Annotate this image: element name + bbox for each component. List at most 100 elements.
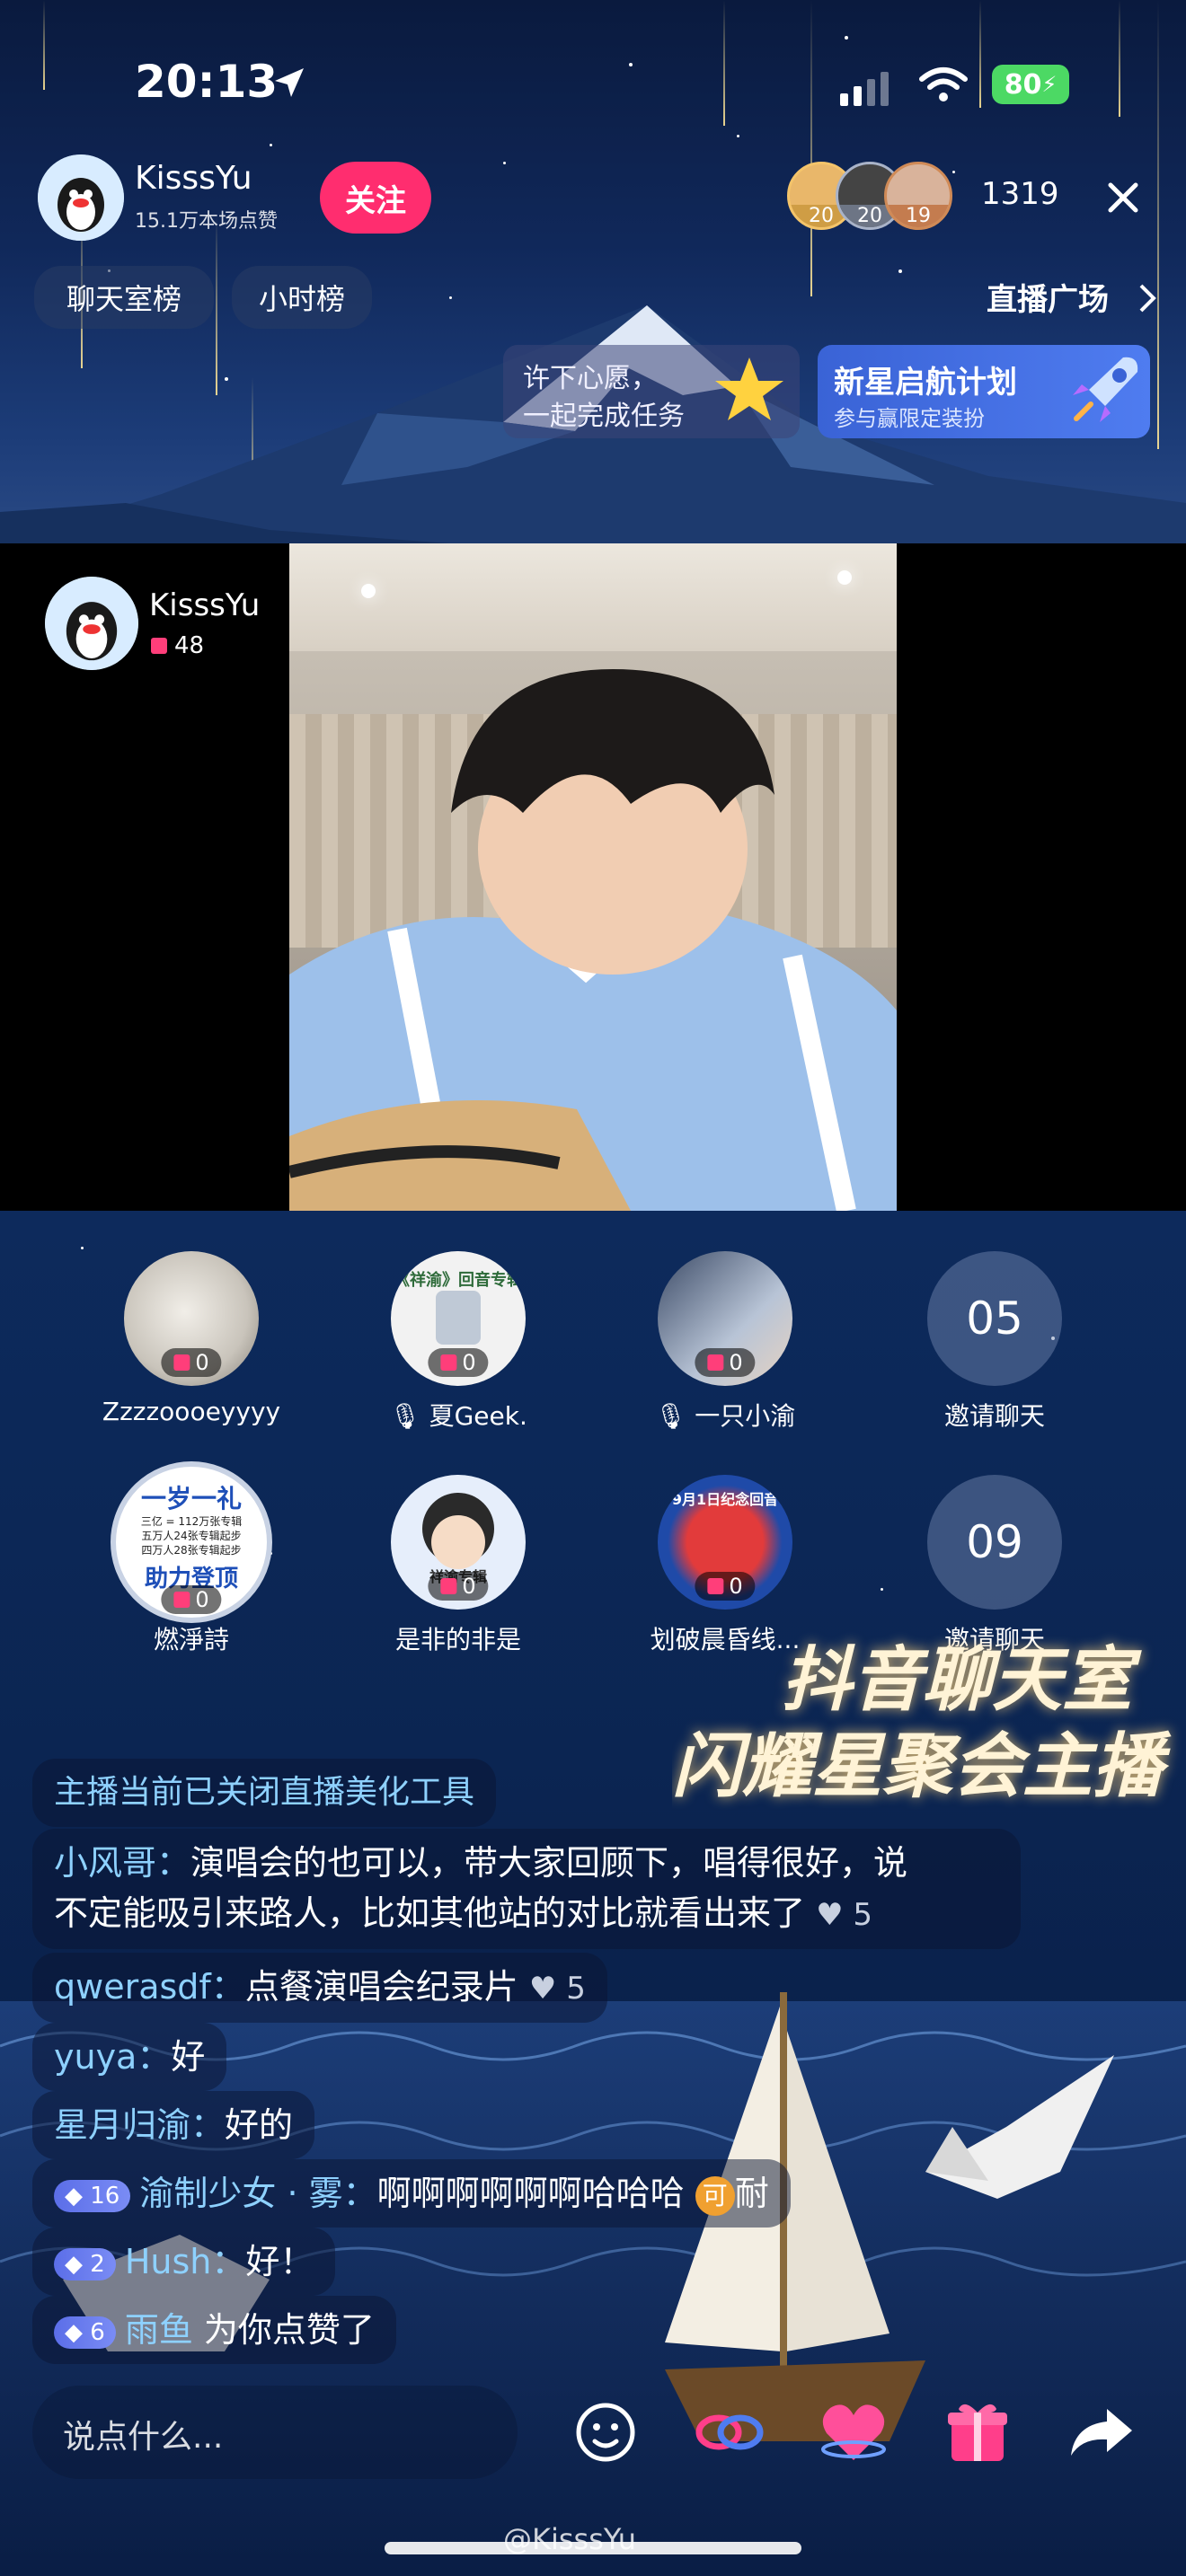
heart-icon: ♥ bbox=[528, 1971, 557, 2007]
live-video[interactable] bbox=[289, 543, 897, 1211]
wish-line1: 许下心愿， bbox=[523, 363, 658, 394]
live-plaza-link[interactable]: 直播广场 bbox=[987, 275, 1109, 319]
tab-chat-rank[interactable]: 聊天室榜 bbox=[34, 266, 214, 329]
mic-muted-icon: 🎙︎ bbox=[654, 1401, 687, 1431]
seat-number[interactable]: 05 bbox=[927, 1251, 1062, 1386]
seat-name-text: 一只小渝 bbox=[695, 1401, 796, 1431]
wifi-icon bbox=[919, 67, 968, 101]
seat-gift-badge: 0 bbox=[161, 1348, 222, 1377]
chat-message[interactable]: qwerasdf：点餐演唱会纪录片 ♥ 5 bbox=[32, 1953, 607, 2023]
chat-message[interactable]: 小风哥：演唱会的也可以，带大家回顾下，唱得很好，说 不定能吸引来路人，比如其他站… bbox=[32, 1829, 1021, 1949]
penguin-avatar-icon bbox=[38, 154, 124, 241]
tab-hour-rank[interactable]: 小时榜 bbox=[232, 266, 372, 329]
chat-message[interactable]: yuya：好 bbox=[32, 2023, 227, 2091]
plan-subtitle: 参与赢限定装扮 bbox=[834, 406, 985, 431]
stage-host-name: KisssYu bbox=[149, 587, 261, 623]
follow-button[interactable]: 关注 bbox=[320, 162, 431, 234]
gift-icon bbox=[707, 1578, 724, 1594]
chat-message[interactable]: 星月归渝：好的 bbox=[32, 2091, 315, 2159]
chat-message[interactable]: ◆ 16 渝制少女 · 雾：啊啊啊啊啊啊哈哈哈 可耐 bbox=[32, 2159, 791, 2228]
seat-gift-count: 0 bbox=[729, 1350, 743, 1375]
seat-name: Zzzzoooeyyyy bbox=[102, 1397, 281, 1426]
seat[interactable]: 《祥渝》回音专辑 0 🎙︎ 夏Geek. bbox=[359, 1251, 557, 1433]
stage-host-gift-count: 48 bbox=[174, 632, 205, 659]
chat-like-count: 5 bbox=[853, 1897, 873, 1933]
seat[interactable]: 0 Zzzzoooeyyyy bbox=[93, 1251, 290, 1426]
seat-name-text: 夏Geek. bbox=[429, 1401, 527, 1431]
host-avatar[interactable] bbox=[38, 154, 124, 241]
emoji-button[interactable] bbox=[570, 2396, 642, 2468]
seat-number[interactable]: 09 bbox=[927, 1475, 1062, 1610]
charging-bolt-icon: ⚡ bbox=[1041, 72, 1058, 97]
level-badge: ◆ 2 bbox=[54, 2247, 116, 2280]
chat-like[interactable]: ♥ 5 bbox=[816, 1897, 872, 1933]
gift-icon bbox=[707, 1354, 724, 1371]
seat-gift-count: 0 bbox=[462, 1350, 476, 1375]
gift-icon bbox=[440, 1354, 457, 1371]
chat-username[interactable]: 小风哥： bbox=[54, 1843, 190, 1883]
stage-host-gifts: 48 bbox=[151, 632, 204, 659]
close-icon[interactable] bbox=[1105, 180, 1141, 216]
viewer-badge: 19 bbox=[887, 205, 950, 227]
chat-username[interactable]: yuya： bbox=[54, 2037, 171, 2077]
chat-username[interactable]: Hush： bbox=[125, 2242, 246, 2281]
share-arrow-icon bbox=[1071, 2409, 1132, 2456]
heart-icon: ♥ bbox=[816, 1897, 844, 1933]
level-number: 2 bbox=[90, 2250, 105, 2278]
host-name: KisssYu bbox=[135, 160, 252, 197]
chat-like[interactable]: ♥ 5 bbox=[529, 1971, 586, 2007]
top-viewers[interactable]: 20 20 19 bbox=[787, 162, 958, 234]
host-likes: 15.1万本场点赞 bbox=[135, 210, 278, 233]
mic-muted-icon: 🎙︎ bbox=[389, 1401, 421, 1431]
level-number: 6 bbox=[90, 2318, 105, 2346]
like-button[interactable] bbox=[818, 2396, 890, 2468]
heart-icon bbox=[821, 2404, 886, 2460]
gift-icon bbox=[173, 1354, 190, 1371]
comment-input[interactable]: 说点什么... bbox=[32, 2386, 518, 2479]
seat-avatar[interactable]: 0 bbox=[124, 1251, 259, 1386]
cellular-signal-icon bbox=[840, 72, 889, 106]
chat-text: 点餐演唱会纪录片 bbox=[244, 1967, 518, 2007]
seat-avatar[interactable]: 0 bbox=[658, 1251, 792, 1386]
seat[interactable]: 一岁一礼 三亿 = 112万张专辑 五万人24张专辑起步 四万人28张专辑起步 … bbox=[93, 1461, 290, 1656]
seat-image-text: 《祥渝》回音专辑 bbox=[394, 1271, 523, 1290]
chat-text: 演唱会的也可以，带大家回顾下，唱得很好，说 bbox=[190, 1843, 908, 1883]
seat-gift-count: 0 bbox=[195, 1587, 209, 1612]
promo-title-line2: 闪耀星聚会主播 bbox=[672, 1725, 1164, 1807]
chat-username[interactable]: qwerasdf： bbox=[54, 1967, 245, 2007]
seat-gift-badge: 0 bbox=[161, 1585, 222, 1614]
viewer-avatar[interactable]: 19 bbox=[884, 162, 952, 230]
level-number: 16 bbox=[90, 2182, 120, 2210]
chat-username[interactable]: 渝制少女 · 雾： bbox=[139, 2174, 376, 2213]
seat-name: 🎙︎ 一只小渝 bbox=[626, 1397, 824, 1433]
viewer-count[interactable]: 1319 bbox=[981, 176, 1059, 212]
seat-avatar[interactable]: 一岁一礼 三亿 = 112万张专辑 五万人24张专辑起步 四万人28张专辑起步 … bbox=[111, 1461, 272, 1623]
seat-avatar[interactable]: 《祥渝》回音专辑 0 bbox=[391, 1251, 526, 1386]
seat-image-text: 四万人28张专辑起步 bbox=[141, 1544, 242, 1557]
seat-gift-count: 0 bbox=[729, 1574, 743, 1599]
gift-button[interactable] bbox=[942, 2396, 1013, 2468]
chat-text: 好 bbox=[171, 2037, 206, 2077]
share-button[interactable] bbox=[1066, 2396, 1137, 2468]
seat[interactable]: 0 🎙︎ 一只小渝 bbox=[626, 1251, 824, 1433]
seat[interactable]: 祥渝专辑 0 是非的非是 bbox=[359, 1475, 557, 1656]
stage-host-avatar[interactable] bbox=[45, 577, 138, 670]
seat-image-text: 9月1日纪念回音 bbox=[671, 1491, 779, 1508]
home-indicator[interactable] bbox=[385, 2542, 801, 2554]
seat-gift-badge: 0 bbox=[695, 1348, 756, 1377]
chat-message[interactable]: ◆ 2 Hush：好！ bbox=[32, 2228, 336, 2296]
empty-seat[interactable]: 05 邀请聊天 bbox=[896, 1251, 1093, 1433]
seat-avatar[interactable]: 9月1日纪念回音 0 bbox=[658, 1475, 792, 1610]
chat-text: 啊啊啊啊啊啊哈哈哈 bbox=[376, 2174, 685, 2213]
seat-gift-badge: 0 bbox=[695, 1572, 756, 1601]
new-star-plan-banner[interactable]: 新星启航计划 参与赢限定装扮 bbox=[818, 345, 1150, 438]
chat-message[interactable]: ◆ 6 雨鱼 为你点赞了 bbox=[32, 2296, 396, 2364]
link-mic-button[interactable] bbox=[694, 2396, 766, 2468]
chat-username[interactable]: 雨鱼 bbox=[125, 2310, 193, 2350]
seat-avatar[interactable]: 祥渝专辑 0 bbox=[391, 1475, 526, 1610]
chat-username[interactable]: 星月归渝： bbox=[54, 2105, 225, 2145]
gift-icon bbox=[440, 1578, 457, 1594]
seat-gift-badge: 0 bbox=[428, 1348, 489, 1377]
wish-task-banner[interactable]: 许下心愿， 一起完成任务 bbox=[503, 345, 800, 438]
gift-icon bbox=[173, 1592, 190, 1608]
